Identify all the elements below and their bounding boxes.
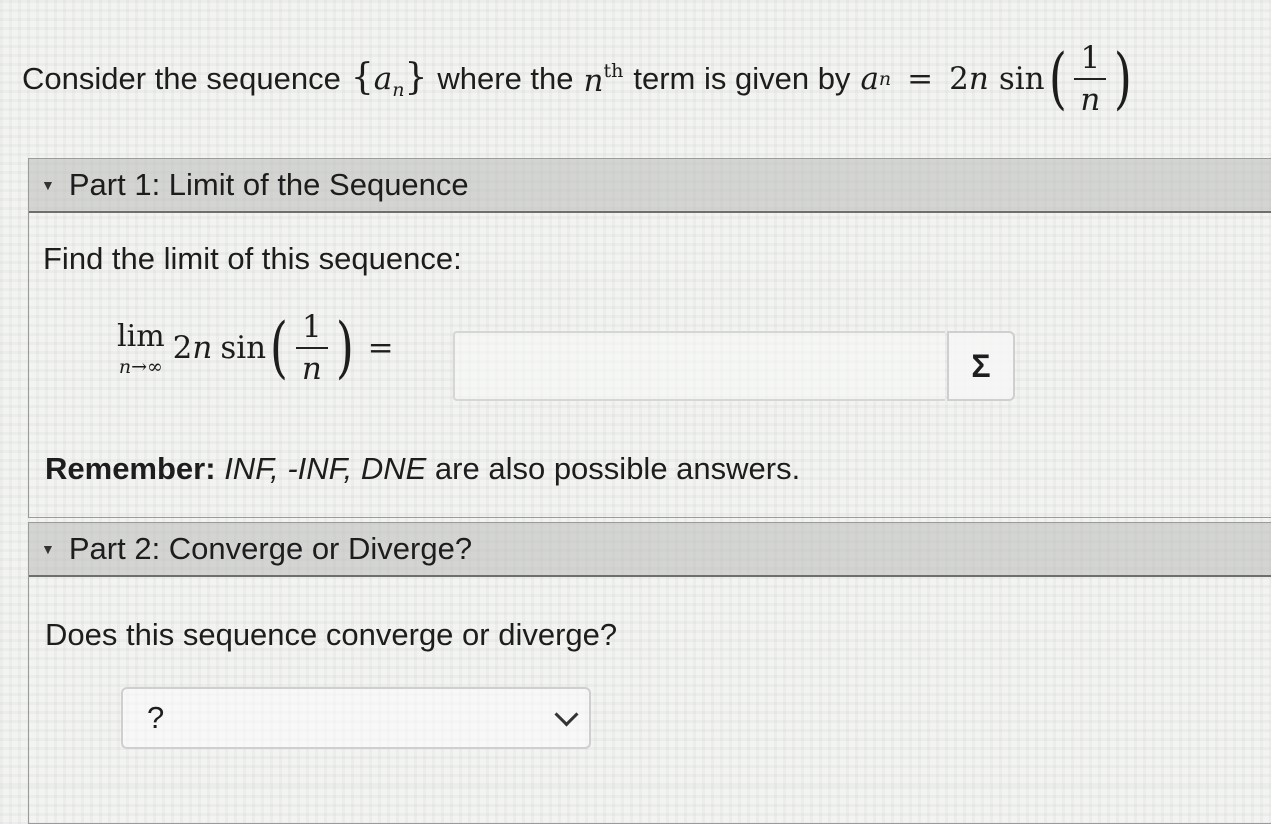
- part-2-title: Part 2: Converge or Diverge?: [68, 531, 473, 566]
- part-1-prompt: Find the limit of this sequence:: [43, 241, 462, 276]
- statement-term-text: term is given by: [633, 61, 851, 96]
- part-1-header[interactable]: ▼ Part 1: Limit of the Sequence: [29, 159, 1271, 213]
- remember-label: Remember:: [45, 451, 216, 486]
- caret-down-icon: ▼: [41, 177, 55, 193]
- limit-expression: lim n→∞ 2n sin ( 1 n ) =: [117, 309, 394, 387]
- limit-answer-input[interactable]: [453, 331, 945, 401]
- select-value: ?: [147, 700, 165, 735]
- chevron-down-icon: [554, 701, 579, 727]
- remember-tail: are also possible answers.: [434, 451, 801, 486]
- part-1-title: Part 1: Limit of the Sequence: [68, 167, 469, 202]
- remember-note: Remember: INF, -INF, DNE are also possib…: [45, 451, 800, 487]
- statement-prefix: Consider the sequence: [22, 61, 341, 96]
- limit-operator: lim n→∞: [117, 318, 165, 378]
- caret-down-icon: ▼: [41, 541, 55, 557]
- fraction: 1 n: [1074, 40, 1107, 118]
- limit-fraction: 1 n: [295, 309, 328, 387]
- problem-statement: Consider the sequence {an} where the nth…: [22, 40, 1136, 118]
- part-1-section: ▼ Part 1: Limit of the Sequence Find the…: [28, 158, 1271, 518]
- sequence-notation: {an}: [350, 57, 428, 101]
- sequence-formula: an = 2n sin ( 1 n ): [860, 40, 1133, 118]
- sigma-icon: Σ: [971, 347, 991, 384]
- part-2-prompt: Does this sequence converge or diverge?: [45, 617, 618, 652]
- equation-editor-button[interactable]: Σ: [947, 331, 1015, 401]
- part-2-section: ▼ Part 2: Converge or Diverge? Does this…: [28, 522, 1271, 824]
- statement-where: where the: [437, 61, 574, 96]
- converge-diverge-select[interactable]: ?: [121, 687, 591, 749]
- part-2-header[interactable]: ▼ Part 2: Converge or Diverge?: [29, 523, 1271, 577]
- remember-options: INF, -INF, DNE: [224, 451, 427, 486]
- nth-notation: nth: [583, 59, 624, 99]
